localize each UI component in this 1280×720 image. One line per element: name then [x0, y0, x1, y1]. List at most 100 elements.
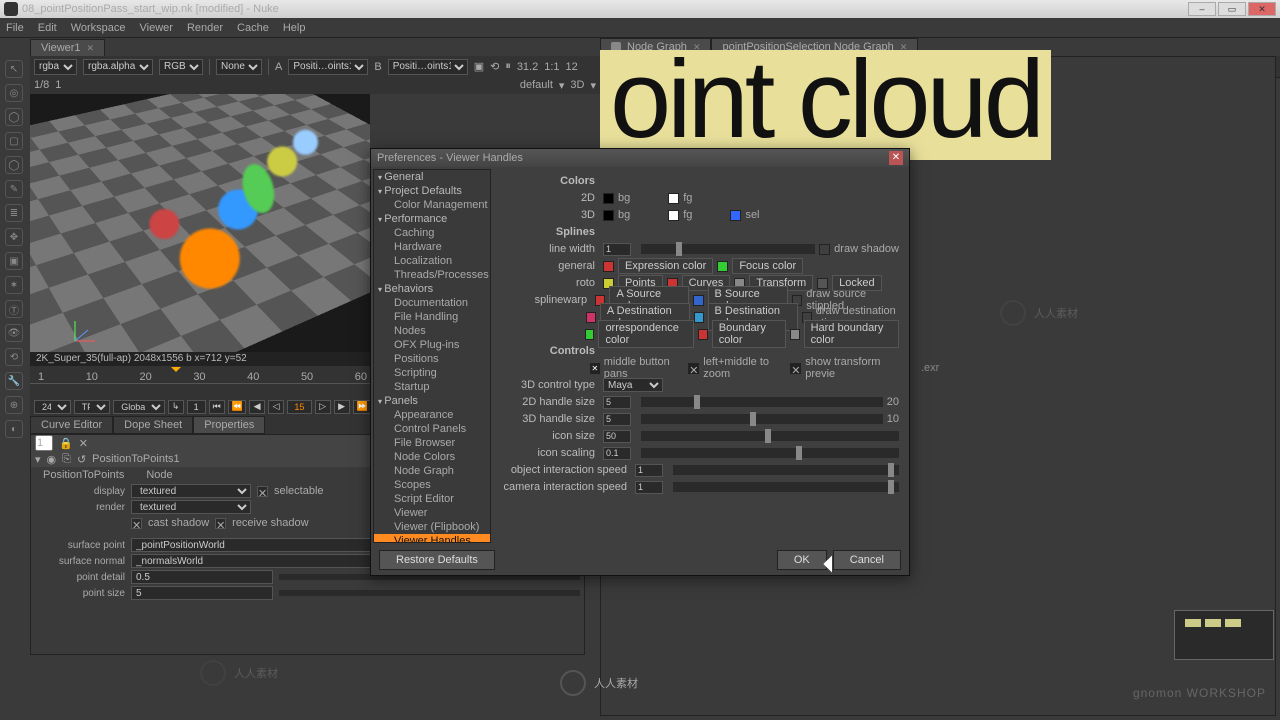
- tree-file-browser[interactable]: File Browser: [374, 436, 490, 450]
- prev-key-icon[interactable]: ⏪: [228, 400, 246, 414]
- circle-icon[interactable]: ◯: [5, 108, 23, 126]
- color-2d-fg[interactable]: [668, 193, 679, 204]
- pen-icon[interactable]: ✎: [5, 180, 23, 198]
- tree-color-mgmt[interactable]: Color Management: [374, 198, 490, 212]
- viewer-tab[interactable]: Viewer1✕: [30, 39, 105, 56]
- dim[interactable]: 3D: [570, 79, 584, 91]
- tree-general[interactable]: General: [374, 170, 490, 184]
- color-3d-bg[interactable]: [603, 210, 614, 221]
- mid-pans-checkbox[interactable]: ✕: [590, 363, 600, 374]
- selectable-checkbox[interactable]: ✕: [257, 486, 268, 497]
- display-select[interactable]: textured: [131, 484, 251, 498]
- node-enable-icon[interactable]: ◉: [47, 453, 57, 466]
- nodegraph-minimap[interactable]: [1174, 610, 1274, 660]
- viewer-3d[interactable]: [30, 94, 370, 354]
- menu-help[interactable]: Help: [283, 22, 306, 34]
- fps-select[interactable]: 24: [34, 400, 71, 414]
- menu-viewer[interactable]: Viewer: [140, 22, 173, 34]
- tree-panels[interactable]: Panels: [374, 394, 490, 408]
- handle-3d-input[interactable]: [603, 413, 631, 426]
- corr-swatch[interactable]: [585, 329, 594, 340]
- tf-select[interactable]: TF: [74, 400, 111, 414]
- menu-render[interactable]: Render: [187, 22, 223, 34]
- tree-node-colors[interactable]: Node Colors: [374, 450, 490, 464]
- cast-shadow-checkbox[interactable]: ✕: [131, 518, 142, 529]
- square-icon[interactable]: ▢: [5, 132, 23, 150]
- step-back-icon[interactable]: ◁: [268, 400, 284, 414]
- in-frame[interactable]: [187, 400, 206, 414]
- handle-2d-slider[interactable]: [641, 397, 883, 407]
- step-fwd-icon[interactable]: ▷: [315, 400, 331, 414]
- panel-count[interactable]: [35, 435, 53, 451]
- bound-swatch[interactable]: [698, 329, 707, 340]
- channels-select[interactable]: rgba: [34, 59, 77, 75]
- roi-icon[interactable]: ▣: [474, 60, 484, 73]
- locked-swatch[interactable]: [817, 278, 828, 289]
- tree-viewer-handles[interactable]: Viewer Handles: [374, 534, 490, 543]
- link-icon[interactable]: ⟲: [5, 348, 23, 366]
- line-width-slider[interactable]: [641, 244, 815, 254]
- tab-node[interactable]: Node: [138, 468, 180, 482]
- tree-positions[interactable]: Positions: [374, 352, 490, 366]
- target-icon[interactable]: ◎: [5, 84, 23, 102]
- point-detail-field[interactable]: [131, 570, 273, 584]
- node-revert-icon[interactable]: ↺: [77, 453, 86, 466]
- current-frame[interactable]: [287, 400, 312, 414]
- handle-2d-input[interactable]: [603, 396, 631, 409]
- cube-icon[interactable]: ▣: [5, 252, 23, 270]
- move-icon[interactable]: ✥: [5, 228, 23, 246]
- tree-behaviors[interactable]: Behaviors: [374, 282, 490, 296]
- control-type-select[interactable]: Maya: [603, 378, 663, 392]
- b-dest-swatch[interactable]: [694, 312, 703, 323]
- play-rev-icon[interactable]: ◀: [249, 400, 265, 414]
- alpha-select[interactable]: rgba.alpha: [83, 59, 153, 75]
- tree-nodes[interactable]: Nodes: [374, 324, 490, 338]
- focus-color-swatch[interactable]: [717, 261, 728, 272]
- tree-caching[interactable]: Caching: [374, 226, 490, 240]
- dialog-titlebar[interactable]: Preferences - Viewer Handles ✕: [371, 149, 909, 167]
- reticle-icon[interactable]: ⊕: [5, 396, 23, 414]
- color-3d-fg[interactable]: [668, 210, 679, 221]
- proxy[interactable]: 1/8: [34, 79, 49, 91]
- maximize-button[interactable]: ▭: [1218, 2, 1246, 16]
- icon-scaling-slider[interactable]: [641, 448, 899, 458]
- recv-shadow-checkbox[interactable]: ✕: [215, 518, 226, 529]
- next-key-icon[interactable]: ⏩: [353, 400, 371, 414]
- refresh-icon[interactable]: ⟲: [490, 60, 499, 73]
- lock-icon[interactable]: 🔒: [59, 437, 73, 450]
- tree-hardware[interactable]: Hardware: [374, 240, 490, 254]
- render-select[interactable]: textured: [131, 500, 251, 514]
- show-trans-checkbox[interactable]: ✕: [790, 363, 801, 374]
- tree-scripting[interactable]: Scripting: [374, 366, 490, 380]
- ok-button[interactable]: OK: [777, 550, 827, 570]
- tree-localization[interactable]: Localization: [374, 254, 490, 268]
- point-size-slider[interactable]: [279, 590, 580, 596]
- a-input-select[interactable]: Positi…oints1: [288, 59, 368, 75]
- tree-node-graph[interactable]: Node Graph: [374, 464, 490, 478]
- tree-viewer-flipbook[interactable]: Viewer (Flipbook): [374, 520, 490, 534]
- hard-bound-swatch[interactable]: [790, 329, 799, 340]
- text-icon[interactable]: Ⓣ: [5, 300, 23, 318]
- close-all-icon[interactable]: ✕: [79, 437, 88, 450]
- obj-speed-slider[interactable]: [673, 465, 899, 475]
- layers-icon[interactable]: ≣: [5, 204, 23, 222]
- close-icon[interactable]: ✕: [87, 43, 95, 53]
- handle-3d-slider[interactable]: [641, 414, 883, 424]
- menu-workspace[interactable]: Workspace: [71, 22, 126, 34]
- rgb-mode-select[interactable]: RGB: [159, 59, 203, 75]
- icon-size-input[interactable]: [603, 430, 631, 443]
- color-3d-sel[interactable]: [730, 210, 741, 221]
- cancel-button[interactable]: Cancel: [833, 550, 901, 570]
- node-link-icon[interactable]: ⎘: [62, 453, 71, 466]
- tree-control-panels[interactable]: Control Panels: [374, 422, 490, 436]
- ellipse-icon[interactable]: ◯: [5, 156, 23, 174]
- cam-speed-slider[interactable]: [673, 482, 899, 492]
- chevron-down-icon[interactable]: ▾: [590, 79, 596, 92]
- play-icon[interactable]: ▶: [334, 400, 350, 414]
- tab-curve-editor[interactable]: Curve Editor: [30, 416, 113, 434]
- tree-performance[interactable]: Performance: [374, 212, 490, 226]
- tab-properties[interactable]: Properties: [193, 416, 265, 434]
- tab-positiontopoints[interactable]: PositionToPoints: [35, 468, 132, 482]
- tree-viewer[interactable]: Viewer: [374, 506, 490, 520]
- expr-color-swatch[interactable]: [603, 261, 614, 272]
